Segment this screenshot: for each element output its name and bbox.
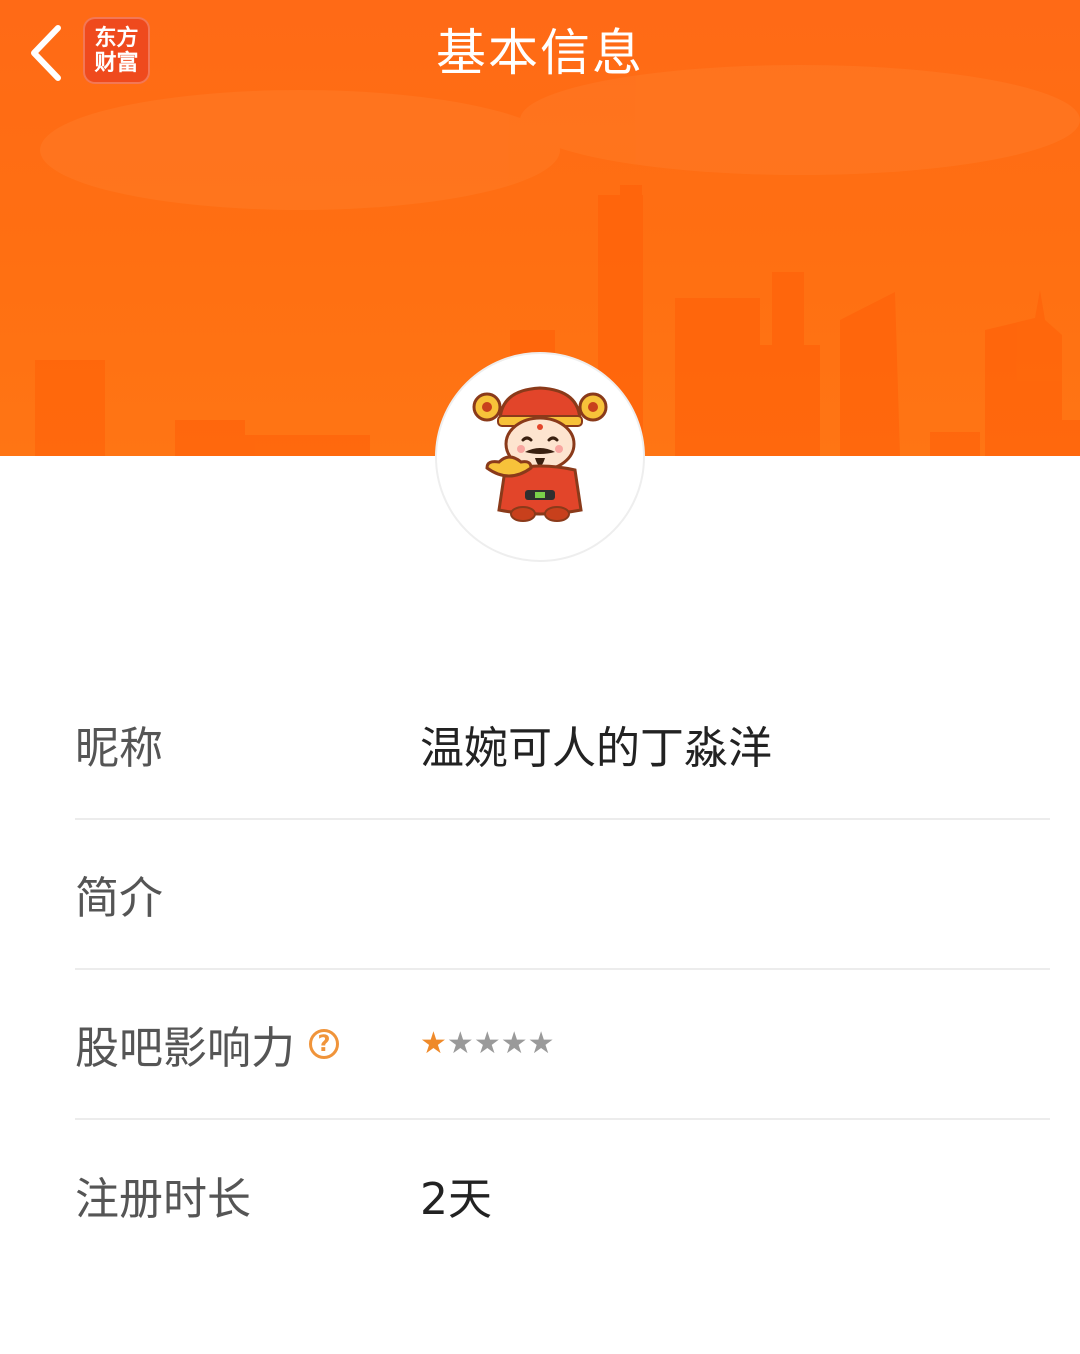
nickname-row[interactable]: 昵称 温婉可人的丁淼洋 <box>75 670 1050 820</box>
god-of-wealth-avatar-icon <box>472 386 608 522</box>
influence-star-rating: ★ ★ ★ ★ ★ <box>420 1029 555 1059</box>
star-empty-icon: ★ <box>473 1026 501 1061</box>
star-empty-icon: ★ <box>500 1026 528 1061</box>
nickname-label: 昵称 <box>75 723 163 774</box>
influence-row: 股吧影响力 ? ★ ★ ★ ★ ★ <box>75 970 1050 1120</box>
registration-duration-row: 注册时长 2天 <box>75 1120 1050 1270</box>
profile-info-list: 昵称 温婉可人的丁淼洋 简介 股吧影响力 ? ★ ★ ★ ★ ★ 注册时长 2天 <box>75 670 1050 1270</box>
registration-duration-label: 注册时长 <box>75 1174 251 1225</box>
avatar[interactable] <box>435 352 645 562</box>
star-empty-icon: ★ <box>527 1026 555 1061</box>
star-filled-icon: ★ <box>420 1026 447 1061</box>
nickname-value: 温婉可人的丁淼洋 <box>420 723 772 774</box>
star-empty-icon: ★ <box>446 1026 474 1061</box>
question-icon[interactable]: ? <box>309 1029 339 1059</box>
influence-label-group: 股吧影响力 ? <box>75 1012 420 1076</box>
bio-label: 简介 <box>75 873 163 924</box>
influence-label: 股吧影响力 <box>75 1023 295 1074</box>
bio-row[interactable]: 简介 <box>75 820 1050 970</box>
registration-duration-value: 2天 <box>420 1174 492 1225</box>
page-title: 基本信息 <box>436 24 644 82</box>
